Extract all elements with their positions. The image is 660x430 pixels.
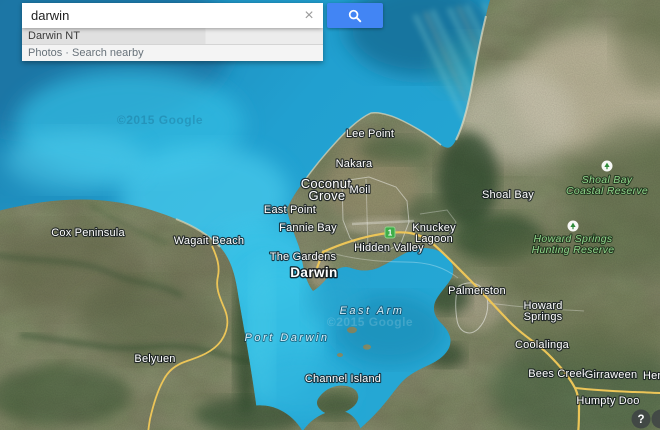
tree-icon bbox=[568, 221, 579, 232]
search-box: × bbox=[22, 3, 323, 28]
map-label-the-gardens: The Gardens bbox=[270, 251, 337, 263]
map-label-humpty-doo: Humpty Doo bbox=[576, 395, 639, 407]
magnifier-icon bbox=[348, 9, 362, 23]
route-1-shield: 1 bbox=[385, 227, 395, 238]
maps-app-window: 1 ©2015 Google ©2015 Google Lee Point Na… bbox=[0, 0, 660, 430]
suggestion-photos-search-nearby[interactable]: Photos · Search nearby bbox=[22, 45, 323, 61]
route-1-number: 1 bbox=[388, 229, 393, 238]
reserve-label-shoal-bay-2: Coastal Reserve bbox=[566, 185, 648, 197]
search-suggestions: Darwin NT Photos · Search nearby bbox=[22, 28, 323, 61]
question-icon: ? bbox=[637, 414, 644, 426]
satellite-map: 1 ©2015 Google ©2015 Google Lee Point Na… bbox=[0, 0, 660, 430]
map-label-belyuen: Belyuen bbox=[134, 353, 175, 365]
map-label-springs: Springs bbox=[524, 311, 563, 323]
map-label-wagait-beach: Wagait Beach bbox=[174, 235, 244, 247]
map-label-bees-creek: Bees Creek bbox=[528, 368, 588, 380]
copyright-watermark: ©2015 Google bbox=[327, 315, 413, 329]
map-label-grove: Grove bbox=[309, 188, 346, 203]
search-button[interactable] bbox=[327, 3, 383, 28]
map-label-lee-point: Lee Point bbox=[346, 128, 394, 140]
map-label-moil: Moil bbox=[350, 184, 371, 196]
map-label-darwin: Darwin bbox=[290, 265, 337, 280]
reserve-label-howard-springs-2: Hunting Reserve bbox=[532, 244, 615, 256]
map-label-coolalinga: Coolalinga bbox=[515, 339, 570, 351]
help-button[interactable]: ? bbox=[632, 410, 651, 429]
search-input[interactable] bbox=[22, 3, 295, 28]
map-label-herbert: Herbert bbox=[643, 370, 660, 382]
map-label-nakara: Nakara bbox=[336, 158, 373, 170]
map-label-east-point: East Point bbox=[264, 204, 316, 216]
map-label-fannie-bay: Fannie Bay bbox=[279, 222, 337, 234]
map-label-palmerston: Palmerston bbox=[448, 285, 506, 297]
water-label-east-arm: East Arm bbox=[340, 305, 405, 317]
suggestion-darwin-nt[interactable]: Darwin NT bbox=[22, 28, 323, 45]
map-label-cox-peninsula: Cox Peninsula bbox=[51, 227, 125, 239]
map-label-girraween: Girraween bbox=[585, 369, 638, 381]
clear-search-icon[interactable]: × bbox=[295, 3, 323, 28]
map-label-channel-island: Channel Island bbox=[305, 373, 381, 385]
water-label-port-darwin: Port Darwin bbox=[245, 332, 330, 344]
map-canvas[interactable]: 1 ©2015 Google ©2015 Google Lee Point Na… bbox=[0, 0, 660, 430]
map-label-shoal-bay: Shoal Bay bbox=[482, 189, 534, 201]
map-label-hidden-valley: Hidden Valley bbox=[354, 242, 424, 254]
tree-icon bbox=[602, 161, 613, 172]
copyright-watermark: ©2015 Google bbox=[117, 113, 203, 127]
